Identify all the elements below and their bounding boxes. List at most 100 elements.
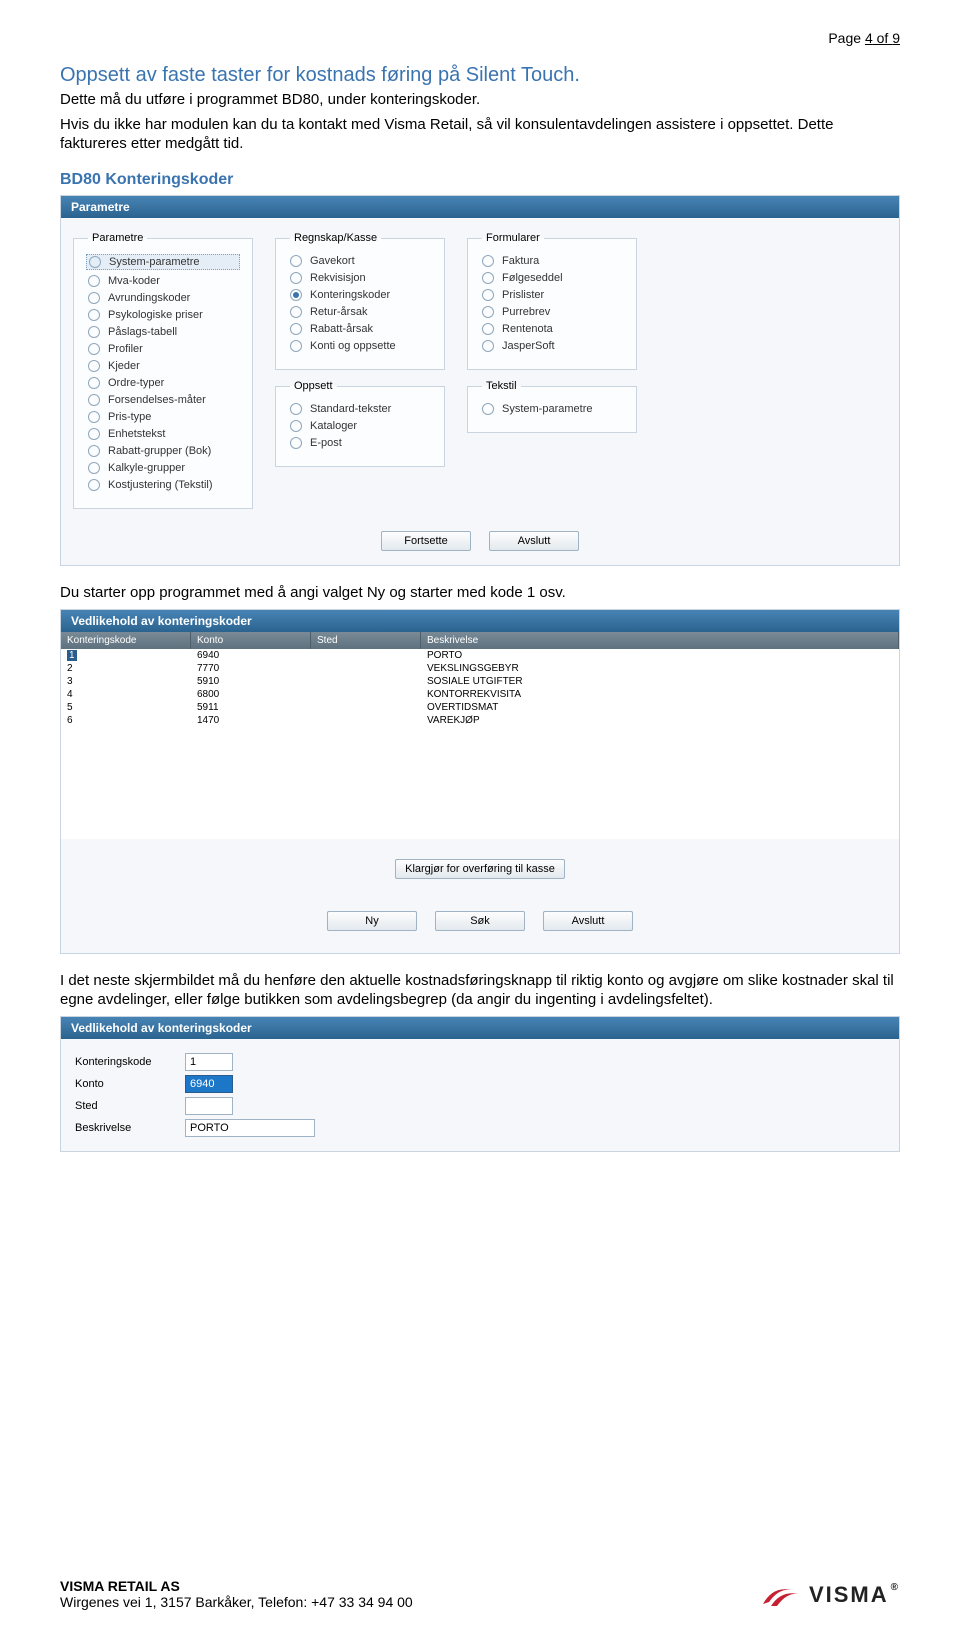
radio-option[interactable]: Kalkyle-grupper [88, 462, 238, 474]
col-beskrivelse[interactable]: Beskrivelse [421, 632, 899, 649]
radio-option[interactable]: Mva-koder [88, 275, 238, 287]
option-label: Kjeder [108, 360, 140, 372]
option-label: Konti og oppsette [310, 340, 396, 352]
prepare-transfer-button[interactable]: Klargjør for overføring til kasse [395, 859, 565, 879]
tekstil-group: Tekstil System-parametre [467, 380, 637, 433]
table-row[interactable]: 55911OVERTIDSMAT [61, 701, 899, 714]
radio-option[interactable]: JasperSoft [482, 340, 622, 352]
option-label: Psykologiske priser [108, 309, 203, 321]
radio-option[interactable]: Rentenota [482, 323, 622, 335]
vedlikehold-edit-panel: Vedlikehold av konteringskoder Kontering… [60, 1016, 900, 1152]
radio-option-konteringskoder[interactable]: Konteringskoder [290, 289, 430, 301]
company-address: Wirgenes vei 1, 3157 Barkåker, Telefon: … [60, 1594, 413, 1610]
radio-option[interactable]: Faktura [482, 255, 622, 267]
radio-option-system-parametre[interactable]: System-parametre [86, 254, 240, 270]
group-legend: Parametre [88, 232, 147, 244]
radio-icon [88, 309, 100, 321]
col-sted[interactable]: Sted [311, 632, 421, 649]
body-text: Hvis du ikke har modulen kan du ta konta… [60, 116, 900, 154]
table-row[interactable]: 61470VAREKJØP [61, 714, 899, 727]
section-heading: BD80 Konteringskoder [60, 171, 900, 189]
search-button[interactable]: Søk [435, 911, 525, 931]
exit-button[interactable]: Avslutt [543, 911, 633, 931]
table-row[interactable]: 35910SOSIALE UTGIFTER [61, 675, 899, 688]
panel-header: Vedlikehold av konteringskoder [61, 1017, 899, 1039]
konto-input[interactable] [185, 1075, 233, 1093]
radio-option[interactable]: Avrundingskoder [88, 292, 238, 304]
option-label: Ordre-typer [108, 377, 164, 389]
option-label: Kalkyle-grupper [108, 462, 185, 474]
group-legend: Tekstil [482, 380, 521, 392]
radio-option[interactable]: Retur-årsak [290, 306, 430, 318]
panel-header: Vedlikehold av konteringskoder [61, 610, 899, 632]
radio-icon [88, 343, 100, 355]
radio-icon [482, 306, 494, 318]
radio-icon [88, 428, 100, 440]
radio-icon [290, 306, 302, 318]
radio-icon [290, 340, 302, 352]
panel-header: Parametre [61, 196, 899, 218]
option-label: Avrundingskoder [108, 292, 190, 304]
radio-icon [290, 420, 302, 432]
radio-icon [88, 394, 100, 406]
table-row[interactable]: 46800KONTORREKVISITA [61, 688, 899, 701]
option-label: Purrebrev [502, 306, 550, 318]
radio-option[interactable]: Kjeder [88, 360, 238, 372]
radio-option[interactable]: Purrebrev [482, 306, 622, 318]
page-title: Oppsett av faste taster for kostnads før… [60, 64, 900, 87]
radio-icon [482, 323, 494, 335]
option-label: Kataloger [310, 420, 357, 432]
radio-option[interactable]: Prislister [482, 289, 622, 301]
radio-option[interactable]: Rekvisisjon [290, 272, 430, 284]
col-konteringskode[interactable]: Konteringskode [61, 632, 191, 649]
body-text: Du starter opp programmet med å angi val… [60, 584, 900, 603]
radio-option[interactable]: Pris-type [88, 411, 238, 423]
radio-option[interactable]: Kataloger [290, 420, 430, 432]
beskrivelse-input[interactable] [185, 1119, 315, 1137]
konteringskode-input[interactable] [185, 1053, 233, 1071]
radio-option[interactable]: Påslags-tabell [88, 326, 238, 338]
option-label: Påslags-tabell [108, 326, 177, 338]
radio-option[interactable]: Ordre-typer [88, 377, 238, 389]
radio-icon [88, 445, 100, 457]
table-row[interactable]: 16940PORTO [61, 649, 899, 662]
table-row[interactable]: 27770VEKSLINGSGEBYR [61, 662, 899, 675]
radio-icon [290, 437, 302, 449]
vedlikehold-panel: Vedlikehold av konteringskoder Kontering… [60, 609, 900, 954]
visma-logo: VISMA® [761, 1580, 900, 1610]
radio-option[interactable]: Enhetstekst [88, 428, 238, 440]
col-konto[interactable]: Konto [191, 632, 311, 649]
radio-icon [482, 272, 494, 284]
radio-option[interactable]: Konti og oppsette [290, 340, 430, 352]
radio-icon [482, 340, 494, 352]
option-label: System-parametre [502, 403, 592, 415]
company-name: VISMA RETAIL AS [60, 1578, 413, 1594]
radio-icon [290, 272, 302, 284]
sted-input[interactable] [185, 1097, 233, 1115]
radio-option[interactable]: Forsendelses-måter [88, 394, 238, 406]
radio-icon [290, 403, 302, 415]
radio-option[interactable]: Gavekort [290, 255, 430, 267]
radio-option[interactable]: Standard-tekster [290, 403, 430, 415]
konto-label: Konto [75, 1078, 185, 1090]
option-label: Pris-type [108, 411, 151, 423]
parametre-group: Parametre System-parametre Mva-koder Avr… [73, 232, 253, 509]
radio-option[interactable]: System-parametre [482, 403, 622, 415]
radio-option[interactable]: Rabatt-årsak [290, 323, 430, 335]
radio-option[interactable]: Kostjustering (Tekstil) [88, 479, 238, 491]
radio-icon [88, 479, 100, 491]
radio-option[interactable]: Profiler [88, 343, 238, 355]
radio-icon [290, 255, 302, 267]
radio-option[interactable]: Psykologiske priser [88, 309, 238, 321]
exit-button[interactable]: Avslutt [489, 531, 579, 551]
option-label: JasperSoft [502, 340, 555, 352]
radio-option[interactable]: Følgeseddel [482, 272, 622, 284]
radio-icon [482, 289, 494, 301]
option-label: Profiler [108, 343, 143, 355]
new-button[interactable]: Ny [327, 911, 417, 931]
radio-option[interactable]: E-post [290, 437, 430, 449]
continue-button[interactable]: Fortsette [381, 531, 471, 551]
konteringskode-label: Konteringskode [75, 1056, 185, 1068]
page-number: Page 4 of 9 [60, 30, 900, 52]
radio-option[interactable]: Rabatt-grupper (Bok) [88, 445, 238, 457]
